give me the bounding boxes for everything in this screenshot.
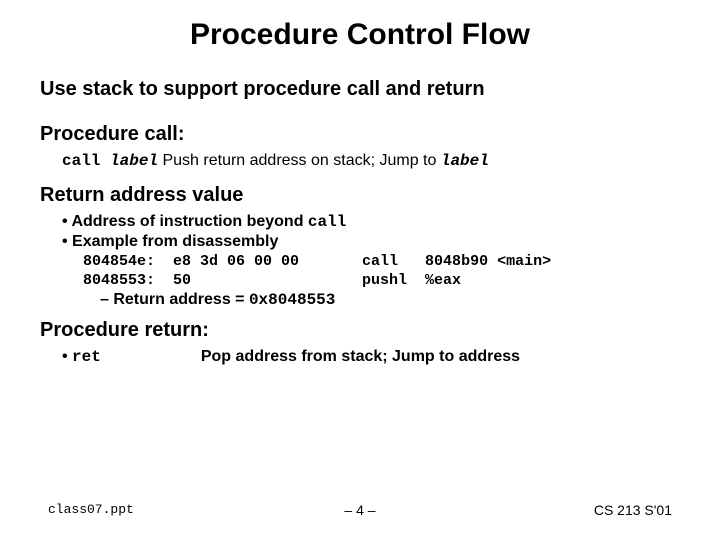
heading-use-stack: Use stack to support procedure call and … (40, 78, 680, 101)
footer: class07.ppt – 4 – CS 213 S'01 (0, 502, 720, 518)
asm-line-1: 804854e: e8 3d 06 00 00 call 8048b90 <ma… (74, 253, 680, 270)
bullet-addr-beyond: Address of instruction beyond call (62, 213, 680, 231)
slide-title: Procedure Control Flow (0, 0, 720, 60)
ret-description: Pop address from stack; Jump to address (201, 348, 520, 366)
slide-body: Use stack to support procedure call and … (0, 78, 720, 366)
bullet-example: Example from disassembly (62, 233, 680, 251)
heading-procedure-call: Procedure call: (40, 123, 680, 146)
text-addr-beyond: Address of instruction beyond (71, 213, 307, 230)
footer-right: CS 213 S'01 (594, 502, 672, 518)
code-ret: ret (72, 348, 101, 366)
ret-bullet: ret (62, 348, 101, 366)
code-label: label (110, 152, 158, 170)
ret-row: ret Pop address from stack; Jump to addr… (40, 348, 680, 366)
footer-left: class07.ppt (48, 502, 134, 518)
text-return-addr: Return address = (113, 291, 249, 308)
slide: Procedure Control Flow Use stack to supp… (0, 0, 720, 540)
call-description: call label Push return address on stack;… (62, 152, 680, 170)
asm-line-2: 8048553: 50 pushl %eax (74, 272, 680, 289)
code-call-2: call (308, 213, 346, 231)
code-call: call (62, 152, 110, 170)
heading-return-value: Return address value (40, 184, 680, 207)
code-label-2: label (441, 152, 489, 170)
dash-return-addr: Return address = 0x8048553 (100, 291, 680, 309)
text-push-return: Push return address on stack; Jump to (158, 152, 441, 169)
heading-procedure-return: Procedure return: (40, 319, 680, 342)
code-return-addr: 0x8048553 (249, 291, 335, 309)
